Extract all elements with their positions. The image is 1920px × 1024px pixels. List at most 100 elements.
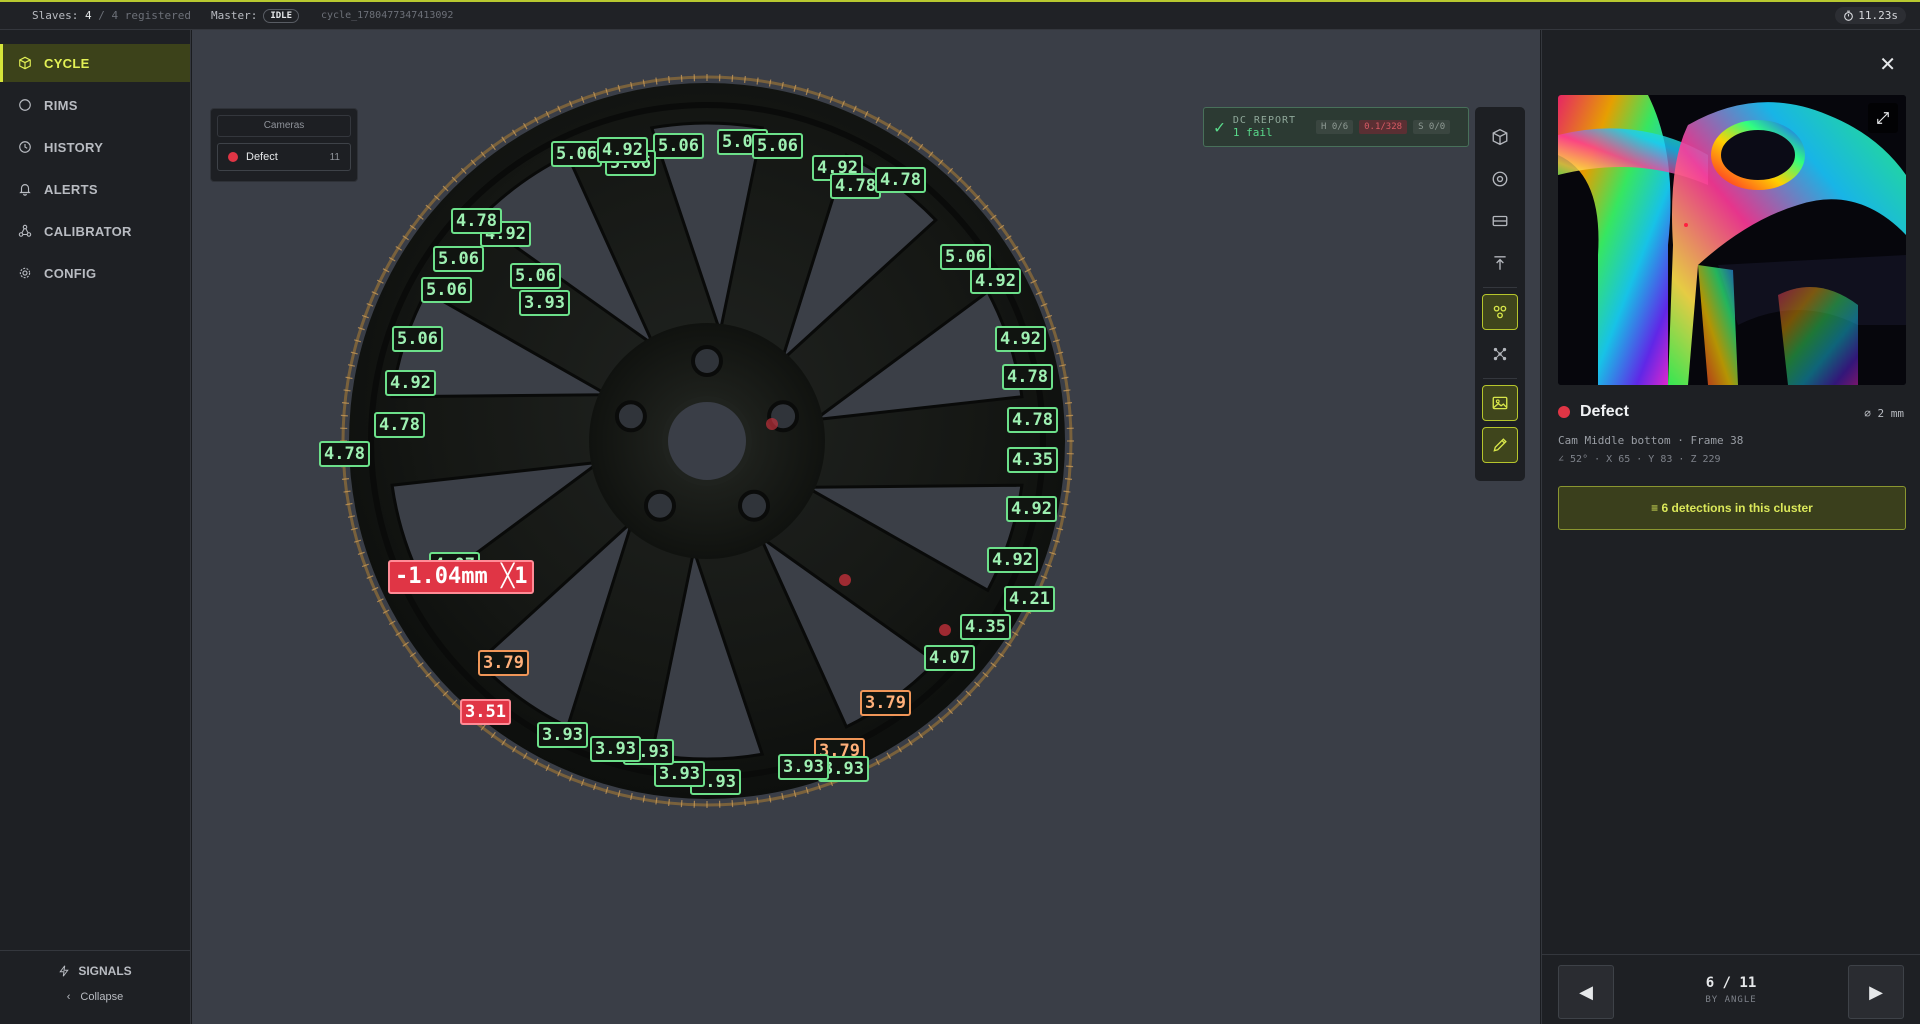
view-3d-button[interactable]: [1482, 119, 1518, 155]
measurement-label[interactable]: 5.06: [653, 133, 704, 159]
rim-tick: [343, 490, 351, 493]
image-icon: [1492, 396, 1508, 410]
rim-tick: [1064, 478, 1073, 480]
cameras-header: Cameras: [217, 115, 351, 137]
measurement-label[interactable]: 4.92: [987, 547, 1038, 573]
measurement-label[interactable]: 4.78: [875, 167, 926, 193]
top-status-bar: Slaves: 4 / 4 registered Master: IDLE cy…: [0, 0, 1920, 30]
measurement-label[interactable]: 5.06: [752, 133, 803, 159]
camera-filter-defect[interactable]: Defect 11: [217, 143, 351, 171]
measurement-label[interactable]: 4.21: [1004, 586, 1055, 612]
rim-tick: [1064, 402, 1073, 404]
nav-item-config[interactable]: CONFIG: [0, 254, 190, 292]
measurement-label[interactable]: 4.78: [1002, 364, 1053, 390]
measurement-label[interactable]: 4.92: [1006, 496, 1057, 522]
measurement-label[interactable]: 4.78: [830, 173, 881, 199]
nav-item-calibrator[interactable]: CALIBRATOR: [0, 212, 190, 250]
next-detection-button[interactable]: ▶: [1848, 965, 1904, 1019]
view-top-button[interactable]: [1482, 161, 1518, 197]
collapse-label: Collapse: [80, 991, 124, 1003]
scatter-view-button[interactable]: [1482, 336, 1518, 372]
rim-tick: [1059, 364, 1067, 367]
measurement-label[interactable]: 3.93: [519, 290, 570, 316]
measurement-label[interactable]: 4.78: [1007, 407, 1058, 433]
detection-detail-panel: ✕ Defect ⌀ 2 mm Cam Middle bottom · Fram…: [1541, 30, 1920, 1024]
camera-filter-label: Defect: [246, 151, 278, 163]
rim-tick: [350, 527, 358, 531]
measurement-label[interactable]: 5.06: [510, 263, 561, 289]
measurement-label[interactable]: 4.78: [451, 208, 502, 234]
defect-dot-icon: [228, 152, 238, 162]
detection-thumbnail[interactable]: [1558, 95, 1906, 385]
rim-tick: [756, 77, 759, 85]
lightning-icon: [59, 965, 70, 977]
rim-tick: [343, 389, 351, 392]
nav-item-cycle[interactable]: CYCLE: [0, 44, 190, 82]
measurement-label[interactable]: 4.78: [319, 441, 370, 467]
cluster-view-button[interactable]: [1482, 294, 1518, 330]
measurement-label[interactable]: 5.06: [421, 277, 472, 303]
rim-tick: [617, 84, 621, 92]
rim-tick: [768, 79, 772, 87]
deviation-callout[interactable]: -1.04mm ╳1: [388, 560, 535, 594]
image-view-button[interactable]: [1482, 385, 1518, 421]
cluster-detections-button[interactable]: ≡ 6 detections in this cluster: [1558, 486, 1906, 530]
view-upload-button[interactable]: [1482, 245, 1518, 281]
rim-tick: [1056, 527, 1064, 531]
measurement-label[interactable]: 3.93: [590, 736, 641, 762]
nav-item-alerts[interactable]: ALERTS: [0, 170, 190, 208]
expand-icon[interactable]: [1868, 103, 1898, 133]
rim-tick: [1063, 389, 1071, 392]
rim-tick: [1056, 351, 1064, 355]
signals-label: SIGNALS: [78, 964, 132, 978]
collapse-button[interactable]: ‹ Collapse: [0, 991, 190, 1003]
rim-tick: [347, 515, 355, 518]
rim-tick: [1061, 376, 1069, 380]
measurement-label[interactable]: 4.92: [385, 370, 436, 396]
slaves-count: 4: [84, 9, 92, 22]
measurement-label[interactable]: 4.92: [597, 137, 648, 163]
wheel-viewport[interactable]: 5.06 5.06 5.06 5.06 4.92 4.78 5.06 4.92 3.93 4.78…: [192, 30, 1540, 1024]
scatter-icon: [1493, 347, 1507, 361]
defect-marker: [766, 418, 778, 430]
rim-tick: [768, 795, 772, 803]
view-toolbar: [1475, 107, 1525, 481]
measurement-label[interactable]: 5.06: [392, 326, 443, 352]
view-side-button[interactable]: [1482, 203, 1518, 239]
target-icon: [1492, 171, 1508, 187]
gear-icon: [19, 267, 31, 279]
measurement-label[interactable]: 4.07: [924, 645, 975, 671]
cube-icon: [1492, 128, 1508, 146]
measurement-label[interactable]: 5.06: [551, 141, 602, 167]
defect-marker: [939, 624, 951, 636]
slaves-label: Slaves:: [32, 9, 79, 22]
timer-value: 11.23s: [1858, 9, 1898, 22]
measurement-label[interactable]: 3.79: [478, 650, 529, 676]
measurement-label[interactable]: 4.78: [374, 412, 425, 438]
measurement-label[interactable]: 4.35: [960, 614, 1011, 640]
nav-item-rims[interactable]: RIMS: [0, 86, 190, 124]
measurement-label[interactable]: 5.06: [940, 244, 991, 270]
thermal-image: [1558, 95, 1906, 385]
rim-tick: [655, 797, 658, 805]
measure-tool-button[interactable]: [1482, 427, 1518, 463]
rim-tick: [630, 81, 633, 89]
measurement-label[interactable]: 3.51: [460, 699, 511, 725]
measurement-label[interactable]: 4.92: [995, 326, 1046, 352]
measurement-label[interactable]: 5.06: [433, 246, 484, 272]
bell-icon: [19, 184, 31, 196]
nav-item-history[interactable]: HISTORY: [0, 128, 190, 166]
dc-report[interactable]: ✓ DC REPORT 1 fail H 0/6 0.1/328 S 0/0: [1203, 107, 1469, 147]
measurement-label[interactable]: 4.92: [970, 268, 1021, 294]
close-icon[interactable]: ✕: [1879, 52, 1896, 77]
nav-item-label: CYCLE: [44, 55, 90, 71]
measurement-label[interactable]: 3.93: [778, 754, 829, 780]
nav-item-label: CALIBRATOR: [44, 223, 132, 239]
measurement-label[interactable]: 4.35: [1007, 447, 1058, 473]
rim-tick: [756, 797, 759, 805]
check-icon: ✓: [1214, 116, 1225, 138]
signals-button[interactable]: SIGNALS: [0, 951, 190, 991]
measurement-label[interactable]: 3.93: [537, 722, 588, 748]
measurement-label[interactable]: 3.79: [860, 690, 911, 716]
triangle-right-icon: ▶: [1869, 981, 1883, 1002]
